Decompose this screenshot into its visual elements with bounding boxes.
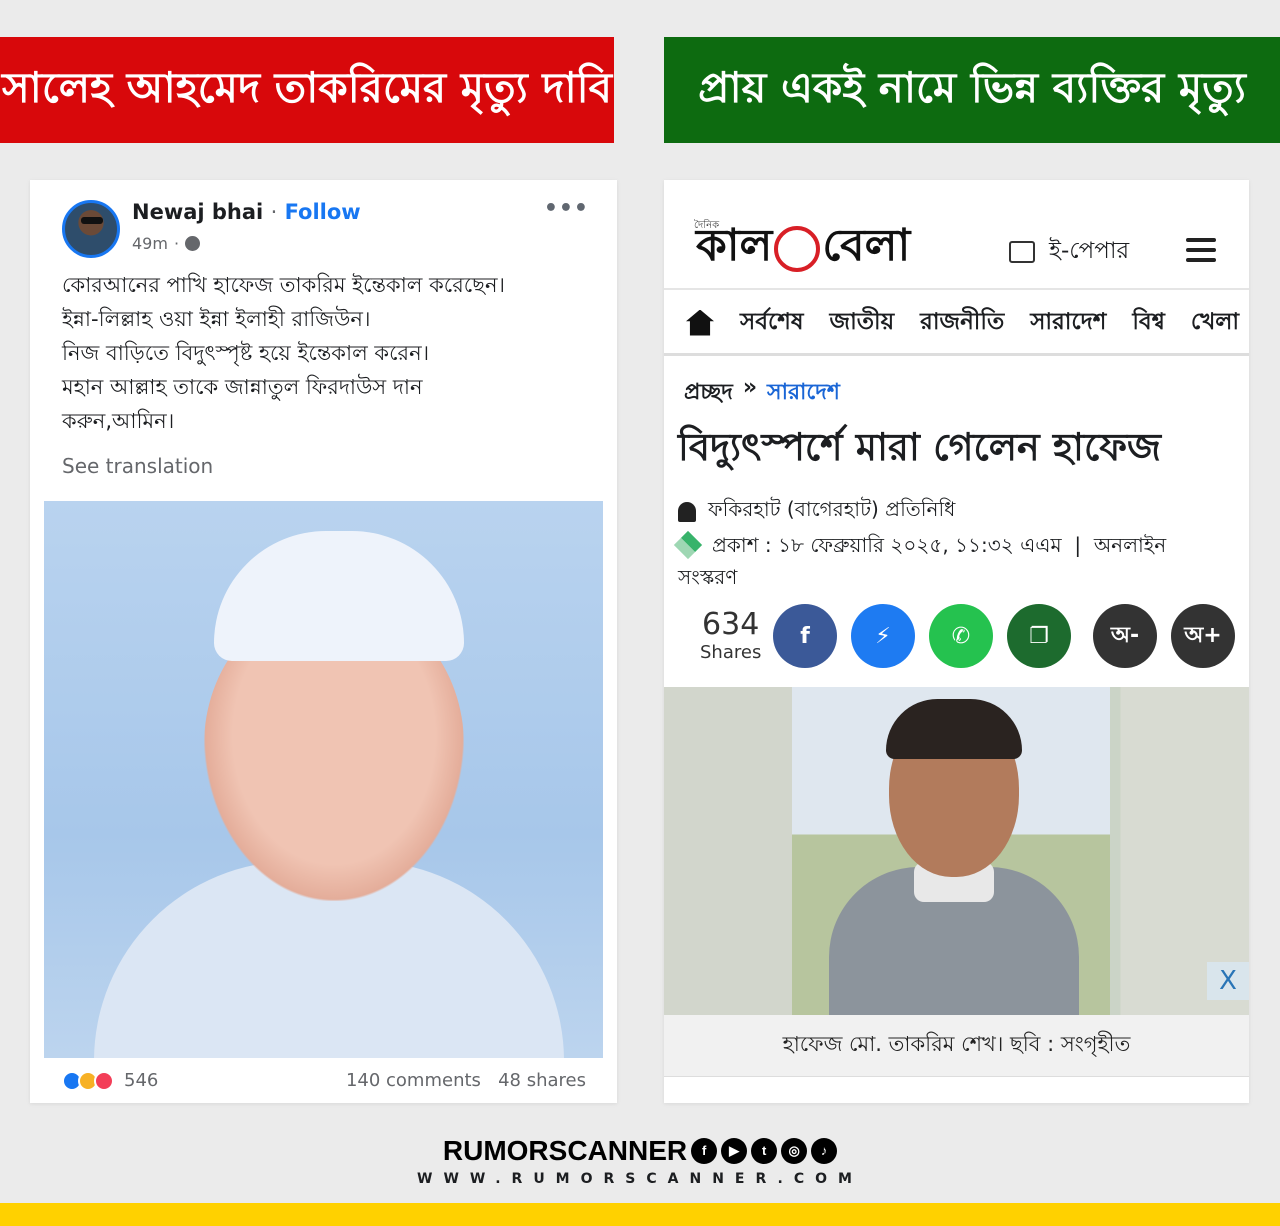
brand-name: RUMORSCANNER [442, 1135, 688, 1166]
logo-part-2: বেলা [822, 220, 911, 271]
share-label: Shares [700, 642, 762, 663]
home-icon[interactable] [686, 309, 714, 336]
nav-item-latest[interactable]: সর্বশেষ [740, 303, 804, 342]
post-line: ইন্না-লিল্লাহ ওয়া ইন্না ইলাহী রাজিউন। [62, 307, 371, 331]
photo-caption: হাফেজ মো. তাকরিম শেখ। ছবি : সংগৃহীত [664, 1015, 1249, 1077]
post-line: নিজ বাড়িতে বিদুৎস্পৃষ্ট হয়ে ইন্তেকাল ক… [62, 341, 430, 365]
brand-bar [0, 1203, 1280, 1226]
close-icon[interactable]: X [1207, 962, 1249, 1000]
article-photo[interactable] [664, 687, 1249, 1015]
nav-item-world[interactable]: বিশ্ব [1132, 303, 1165, 342]
more-options-icon[interactable]: ••• [544, 196, 589, 221]
post-meta: 49m · [132, 234, 201, 253]
publish-info: প্রকাশ : ১৮ ফেব্রুয়ারি ২০২৫, ১১:৩২ এএম … [673, 529, 1218, 593]
messenger-icon[interactable]: ⚡ [851, 604, 915, 668]
logo-part-1: কাল [696, 220, 773, 271]
user-icon [678, 501, 696, 522]
breadcrumb-home[interactable]: প্রচ্ছদ [684, 375, 733, 412]
post-photo[interactable] [44, 501, 603, 1058]
site-header: দৈনিক কাল বেলা ই-পেপার [664, 180, 1249, 290]
meta-separator: · [173, 234, 180, 253]
post-footer: 546 140 comments 48 shares [62, 1070, 586, 1091]
reactions[interactable]: 546 [62, 1070, 158, 1091]
brand-name-line: RUMORSCANNER f ▶ t ◎ ♪ [442, 1135, 838, 1167]
font-decrease-button[interactable]: অ- [1093, 604, 1157, 668]
comments-count[interactable]: 140 comments [346, 1070, 481, 1091]
breadcrumb-section[interactable]: সারাদেশ [767, 375, 840, 412]
brand-url: WWW.RUMORSCANNER.COM [417, 1171, 863, 1187]
post-line: কোরআনের পাখি হাফেজ তাকরিম ইন্তেকাল করেছে… [62, 273, 505, 297]
publish-icon [673, 530, 703, 560]
breadcrumb-separator: » [742, 375, 758, 400]
follow-button[interactable]: Follow [285, 200, 361, 224]
cap-shape [214, 531, 464, 661]
fact-banner: প্রায় একই নামে ভিন্ন ব্যক্তির মৃত্যু [664, 37, 1280, 143]
main-nav: সর্বশেষ জাতীয় রাজনীতি সারাদেশ বিশ্ব খেল… [664, 292, 1249, 356]
globe-icon [185, 236, 201, 251]
share-count: 634 [702, 607, 760, 642]
love-reaction-icon [94, 1070, 114, 1091]
byline: ফকিরহাট (বাগেরহাট) প্রতিনিধি [678, 495, 955, 528]
post-text: কোরআনের পাখি হাফেজ তাকরিম ইন্তেকাল করেছে… [62, 268, 592, 438]
post-author[interactable]: Newaj bhai [132, 200, 263, 224]
facebook-icon[interactable]: f [691, 1138, 718, 1164]
publish-separator: | [1074, 533, 1082, 557]
twitter-icon[interactable]: t [751, 1138, 778, 1164]
whatsapp-icon[interactable]: ✆ [929, 604, 993, 668]
facebook-icon[interactable]: f [773, 604, 837, 668]
news-article-card: দৈনিক কাল বেলা ই-পেপার সর্বশেষ জাতীয় রাজ… [664, 180, 1249, 1103]
brand-footer: RUMORSCANNER f ▶ t ◎ ♪ WWW.RUMORSCANNER.… [0, 1135, 1280, 1187]
separator: · [270, 200, 278, 224]
facebook-post-card: Newaj bhai · Follow 49m · ••• কোরআনের পা… [30, 180, 617, 1103]
breadcrumb: প্রচ্ছদ » সারাদেশ [684, 375, 840, 412]
sunglasses-shape [81, 217, 103, 224]
site-logo[interactable]: কাল বেলা [696, 212, 910, 285]
epaper-link[interactable]: ই-পেপার [1009, 232, 1129, 271]
nav-item-national[interactable]: জাতীয় [830, 303, 895, 342]
nav-item-sports[interactable]: খেলা [1191, 303, 1239, 342]
article-headline: বিদ্যুৎস্পর্শে মারা গেলেন হাফেজ [678, 424, 1161, 469]
instagram-icon[interactable]: ◎ [781, 1138, 808, 1164]
newspaper-icon [1009, 240, 1035, 263]
clock-logo-icon [774, 225, 821, 272]
font-increase-button[interactable]: অ+ [1171, 604, 1235, 668]
reactions-count: 546 [124, 1070, 159, 1091]
see-translation-link[interactable]: See translation [62, 454, 213, 478]
copy-icon[interactable]: ❐ [1007, 604, 1071, 668]
shares-count[interactable]: 48 shares [498, 1070, 586, 1091]
share-counter: 634 Shares [700, 607, 762, 664]
post-time[interactable]: 49m [132, 234, 168, 253]
post-line: করুন,আমিন। [62, 409, 175, 433]
youtube-icon[interactable]: ▶ [721, 1138, 748, 1164]
avatar[interactable] [62, 200, 120, 258]
nav-item-politics[interactable]: রাজনীতি [920, 303, 1004, 342]
publish-date: প্রকাশ : ১৮ ফেব্রুয়ারি ২০২৫, ১১:৩২ এএম [712, 533, 1062, 557]
tiktok-icon[interactable]: ♪ [811, 1138, 838, 1164]
byline-text: ফকিরহাট (বাগেরহাট) প্রতিনিধি [708, 497, 956, 521]
post-author-line: Newaj bhai · Follow [132, 200, 361, 224]
engagement-counts: 140 comments 48 shares [346, 1070, 586, 1091]
nav-item-country[interactable]: সারাদেশ [1030, 303, 1106, 342]
hamburger-menu-icon[interactable] [1186, 238, 1216, 262]
claim-banner: সালেহ আহমেদ তাকরিমের মৃত্যু দাবি [0, 37, 614, 143]
epaper-label: ই-পেপার [1049, 238, 1130, 264]
post-line: মহান আল্লাহ তাকে জান্নাতুল ফিরদাউস দান [62, 375, 423, 399]
